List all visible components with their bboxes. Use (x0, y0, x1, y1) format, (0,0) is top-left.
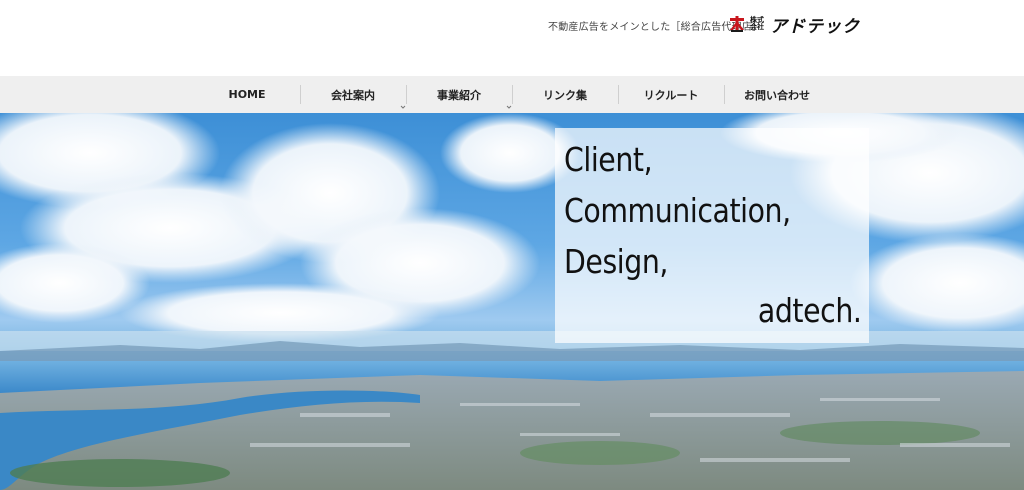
hero-copy-line: adtech. (757, 291, 861, 330)
logo-name: アドテック (770, 16, 860, 37)
hero-copy-box: Client, Communication, Design, adtech. (555, 128, 869, 343)
nav-item-label: 会社案内 (331, 88, 375, 102)
hero-city-sky-image (0, 113, 1024, 490)
site-header: 不動産広告をメインとした［総合広告代理店］ 株式 会社 アドテック (0, 0, 1024, 76)
logo-mark-icon (729, 16, 745, 32)
nav-item-label: お問い合わせ (744, 88, 810, 102)
hero-copy-line: Client, (564, 140, 653, 179)
nav-item[interactable]: リンク集 (512, 76, 618, 113)
nav-item[interactable]: リクルート (618, 76, 724, 113)
nav-items: HOME 会社案内 事業紹介 リンク集 リクルート お問い合わせ (194, 76, 830, 113)
global-nav: HOME 会社案内 事業紹介 リンク集 リクルート お問い合わせ (0, 76, 1024, 113)
nav-item[interactable]: 事業紹介 (406, 76, 512, 113)
nav-item[interactable]: 会社案内 (300, 76, 406, 113)
nav-item[interactable]: お問い合わせ (724, 76, 830, 113)
nav-item[interactable]: HOME (194, 76, 300, 113)
hero-copy-line: Communication, (564, 191, 791, 230)
nav-item-label: リンク集 (543, 88, 587, 102)
hero-copy-line: Design, (564, 242, 669, 281)
nav-item-label: HOME (228, 88, 266, 101)
company-logo[interactable]: 株式 会社 アドテック (729, 13, 860, 37)
logo-small-text: 株式 会社 (750, 16, 764, 31)
nav-item-label: 事業紹介 (437, 88, 481, 102)
nav-item-label: リクルート (643, 88, 699, 102)
hero-banner: Client, Communication, Design, adtech. (0, 113, 1024, 490)
